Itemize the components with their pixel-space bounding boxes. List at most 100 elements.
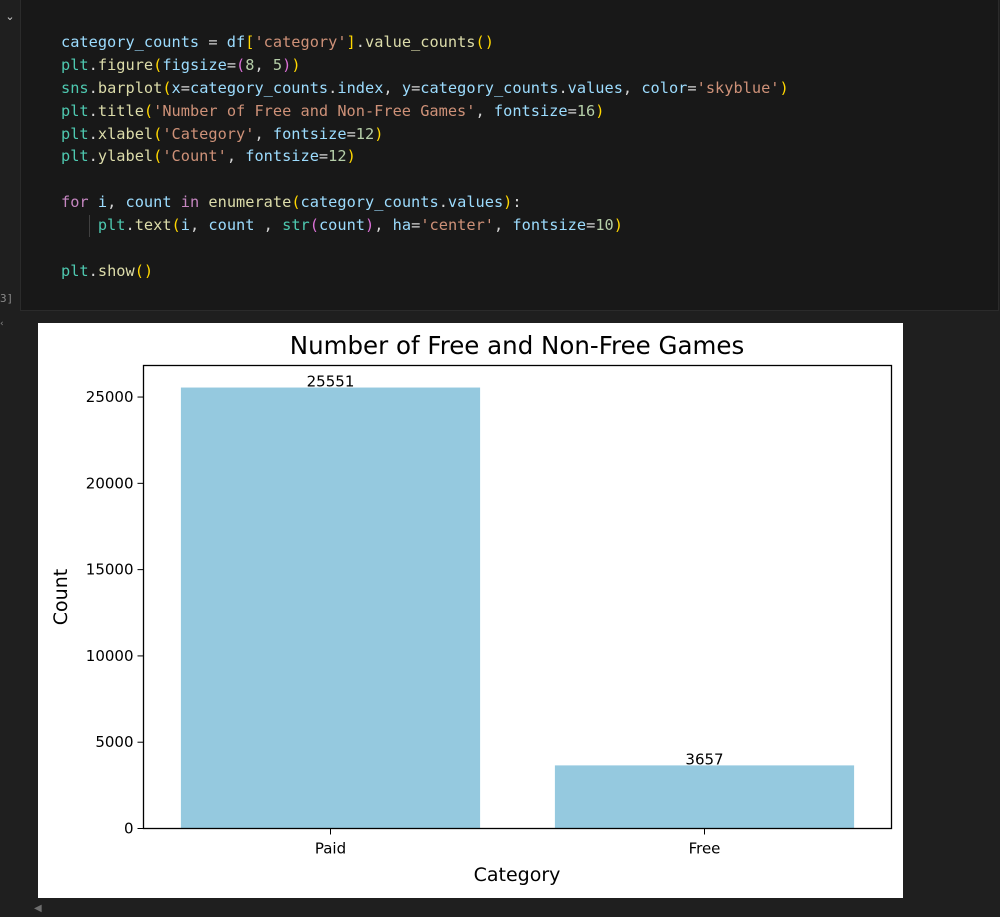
code-token: plt [61,55,89,74]
code-token: str [282,216,310,235]
code-token: . [558,78,568,97]
code-token: ) [282,55,292,74]
code-editor[interactable]: category_counts = df['category'].value_c… [61,31,789,283]
code-token: = [411,216,421,235]
code-token: . [88,101,98,120]
code-token: ( [153,55,163,74]
bar-chart-figure: Number of Free and Non-Free Games 25551 P… [38,323,903,898]
code-token: , [254,124,273,143]
code-line: sns.barplot(x=category_counts.index, y=c… [61,77,789,100]
code-token: ) [503,193,513,212]
code-token: 12 [355,124,375,143]
code-token: ( [153,124,163,143]
code-token: sns [61,78,89,97]
code-token: , [383,78,402,97]
bar-chart: Number of Free and Non-Free Games 25551 P… [50,331,893,886]
code-token: , [226,147,246,166]
code-token: , [494,216,513,235]
code-token: ( [171,216,181,235]
code-token: 12 [328,147,347,166]
data-label: 3657 [685,750,723,768]
code-token: value_counts [364,33,476,51]
code-line: plt.show() [61,260,789,283]
bar-paid [180,387,481,829]
output-collapse-icon[interactable]: ‹ [0,320,4,329]
code-token: . [88,124,98,143]
code-token: category_counts [420,78,559,97]
x-tick-label: Paid [315,840,346,858]
y-axis-label: Count [50,569,72,625]
code-cell[interactable]: category_counts = df['category'].value_c… [20,0,999,311]
code-token: = [411,78,421,97]
code-token: ( [309,216,319,235]
code-token: category_counts [61,33,200,51]
code-token: plt [61,101,89,120]
code-token: = [226,55,237,74]
code-token: 10 [595,216,614,235]
code-token: ylabel [97,147,154,166]
code-token: . [88,261,98,280]
code-line: plt.ylabel('Count', fontsize=12) [61,145,789,168]
code-token: ) [613,216,623,235]
code-token: : [512,193,522,212]
code-token: fontsize [512,216,587,235]
code-token: 5 [272,55,283,74]
code-token: plt [61,147,89,166]
code-line: category_counts = df['category'].value_c… [61,31,789,54]
data-label: 25551 [307,373,355,391]
code-token: ) [346,147,356,166]
code-token: . [88,55,98,74]
chevron-down-icon[interactable]: ⌄ [3,10,17,24]
code-token: ha [392,216,412,235]
code-token: y [401,78,412,97]
code-token: ) [779,78,789,97]
code-token: ) [595,101,605,120]
code-token: , [475,101,494,120]
code-token: 'category' [254,33,347,51]
code-token: 'skyblue' [696,78,780,97]
code-token: . [438,193,448,212]
code-line: plt.figure(figsize=(8, 5)) [61,54,789,77]
code-token: 'center' [420,216,494,235]
code-token: = [567,101,577,120]
code-token: ) [374,124,384,143]
code-token: show [97,261,135,280]
code-token: text [134,216,172,235]
code-token: () [134,261,154,280]
code-token: values [447,193,504,212]
code-token: 'Category' [162,124,255,143]
y-tick-label: 25000 [86,388,134,406]
code-token: ( [153,147,163,166]
code-token: ( [236,55,246,74]
code-token: = [199,33,227,51]
y-tick-label: 20000 [86,474,134,492]
scroll-left-icon[interactable]: ◀ [34,903,42,915]
code-token: ( [291,193,301,212]
code-token: index [337,78,384,97]
code-token: plt [61,124,89,143]
chart-title: Number of Free and Non-Free Games [290,331,744,360]
code-token: 'Number of Free and Non-Free Games' [153,101,476,120]
code-token: values [567,78,623,97]
code-token: figure [97,55,154,74]
code-token: in [180,193,200,212]
code-line: for i, count in enumerate(category_count… [61,191,789,214]
code-token: ( [143,101,154,120]
code-token: count [318,216,366,235]
code-token: plt [97,216,126,235]
code-token: category_counts [300,193,439,212]
x-axis-label: Category [474,864,561,886]
code-token: ( [162,78,172,97]
code-token: count [125,193,172,212]
code-token: ] [346,33,356,51]
code-token: xlabel [97,124,154,143]
code-token: 16 [576,101,596,120]
code-token: df [226,33,246,51]
y-tick-label: 15000 [86,561,134,579]
code-token: , [189,216,209,235]
code-line: plt.text(i, count , str(count), ha='cent… [61,214,789,237]
y-tick-label: 0 [124,820,134,838]
code-token: . [88,78,98,97]
